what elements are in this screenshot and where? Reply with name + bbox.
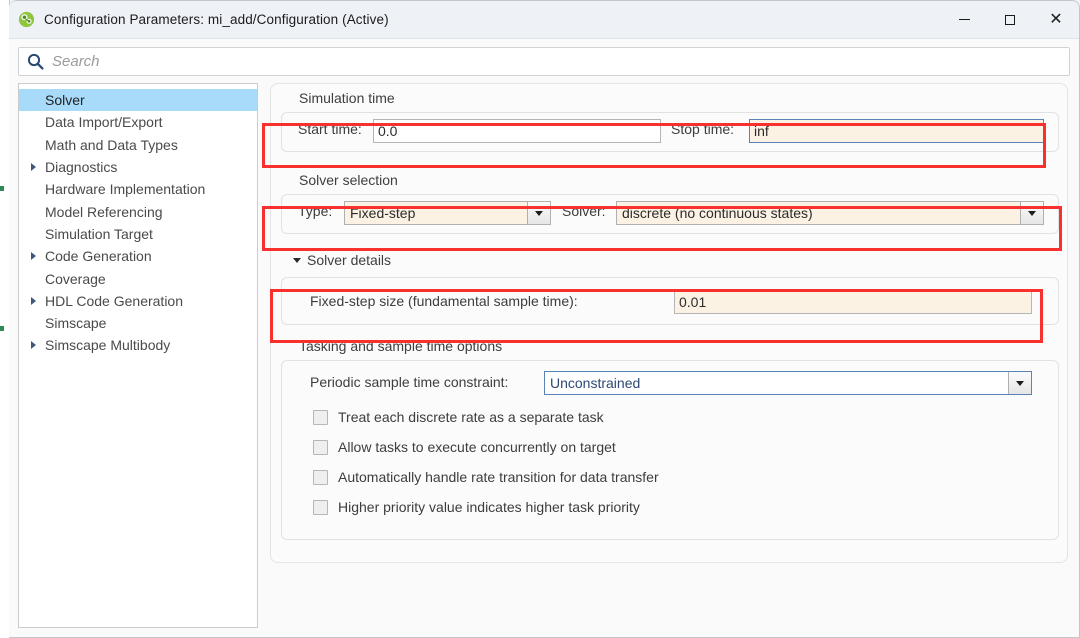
title-bar[interactable]: Configuration Parameters: mi_add/Configu… bbox=[9, 1, 1079, 39]
window-controls: ✕ bbox=[941, 1, 1079, 38]
simulink-icon bbox=[18, 11, 35, 28]
simulation-time-section-label: Simulation time bbox=[299, 90, 395, 106]
window-body: Solver Data Import/Export Math and Data … bbox=[9, 83, 1079, 628]
checkbox-label: Higher priority value indicates higher t… bbox=[338, 499, 640, 515]
sidebar-item-hdl-code-generation[interactable]: HDL Code Generation bbox=[19, 290, 257, 312]
search-bar-container bbox=[9, 39, 1079, 83]
start-time-input[interactable]: 0.0 bbox=[373, 119, 661, 143]
window-title: Configuration Parameters: mi_add/Configu… bbox=[44, 12, 389, 27]
chevron-down-icon[interactable] bbox=[293, 257, 301, 263]
solver-selection-group: Type: Fixed-step Solver: discrete (no co… bbox=[281, 194, 1059, 234]
sidebar-item-label: Math and Data Types bbox=[45, 136, 178, 153]
checkbox-treat-each-discrete-rate[interactable] bbox=[313, 409, 328, 425]
chevron-down-icon[interactable] bbox=[1020, 202, 1043, 224]
checkbox-automatically-handle-rate-transition[interactable] bbox=[313, 469, 328, 485]
checkbox-row-task-priority[interactable]: Higher priority value indicates higher t… bbox=[313, 493, 640, 521]
sidebar-item-hardware-implementation[interactable]: Hardware Implementation bbox=[19, 178, 257, 200]
checkbox-label: Treat each discrete rate as a separate t… bbox=[338, 409, 604, 425]
tasking-group: Periodic sample time constraint: Unconst… bbox=[281, 360, 1059, 540]
checkbox-row-separate-task[interactable]: Treat each discrete rate as a separate t… bbox=[313, 403, 604, 431]
chevron-down-icon[interactable] bbox=[1008, 372, 1031, 394]
fixed-step-size-label: Fixed-step size (fundamental sample time… bbox=[310, 293, 578, 309]
expand-arrow-icon[interactable] bbox=[26, 341, 41, 350]
sidebar-item-label: HDL Code Generation bbox=[45, 292, 184, 309]
solver-type-value: Fixed-step bbox=[350, 205, 416, 221]
fixed-step-size-input[interactable]: 0.01 bbox=[674, 290, 1032, 314]
checkbox-allow-tasks-concurrently[interactable] bbox=[313, 439, 328, 455]
background-accent-mark-top bbox=[0, 186, 4, 191]
sidebar-item-simscape[interactable]: Simscape bbox=[19, 312, 257, 334]
periodic-sample-time-constraint-label: Periodic sample time constraint: bbox=[310, 374, 509, 390]
start-time-label: Start time: bbox=[298, 121, 362, 137]
solver-panel: Simulation time Start time: 0.0 Stop tim… bbox=[270, 83, 1068, 563]
solver-label: Solver: bbox=[562, 203, 606, 219]
checkbox-label: Allow tasks to execute concurrently on t… bbox=[338, 439, 616, 455]
search-input[interactable] bbox=[52, 53, 1061, 70]
maximize-icon[interactable] bbox=[987, 1, 1033, 38]
settings-tree[interactable]: Solver Data Import/Export Math and Data … bbox=[18, 83, 258, 628]
expand-arrow-icon[interactable] bbox=[26, 296, 41, 305]
checkbox-row-rate-transition[interactable]: Automatically handle rate transition for… bbox=[313, 463, 659, 491]
sidebar-item-data-import-export[interactable]: Data Import/Export bbox=[19, 111, 257, 133]
simulation-time-group: Start time: 0.0 Stop time: inf bbox=[281, 112, 1059, 152]
sidebar-item-label: Simscape Multibody bbox=[45, 337, 171, 354]
expand-arrow-icon[interactable] bbox=[26, 163, 41, 172]
sidebar-item-label: Simscape bbox=[45, 315, 107, 332]
checkbox-higher-priority-value[interactable] bbox=[313, 499, 328, 515]
chevron-down-icon[interactable] bbox=[527, 202, 550, 224]
expand-arrow-icon[interactable] bbox=[26, 252, 41, 261]
solver-details-section-label: Solver details bbox=[307, 252, 392, 268]
sidebar-item-simscape-multibody[interactable]: Simscape Multibody bbox=[19, 334, 257, 356]
search-icon bbox=[27, 53, 44, 70]
close-icon[interactable]: ✕ bbox=[1033, 1, 1079, 38]
periodic-sample-time-constraint-dropdown[interactable]: Unconstrained bbox=[544, 371, 1032, 395]
sidebar-item-label: Coverage bbox=[45, 270, 106, 287]
minimize-icon[interactable] bbox=[941, 1, 987, 38]
sidebar-item-solver[interactable]: Solver bbox=[19, 89, 257, 112]
sidebar-item-label: Code Generation bbox=[45, 248, 152, 265]
sidebar-item-math-and-data-types[interactable]: Math and Data Types bbox=[19, 134, 257, 156]
solver-dropdown[interactable]: discrete (no continuous states) bbox=[616, 201, 1044, 225]
type-label: Type: bbox=[298, 203, 333, 219]
solver-details-section-header[interactable]: Solver details bbox=[282, 252, 391, 268]
sidebar-item-label: Hardware Implementation bbox=[45, 181, 206, 198]
checkbox-label: Automatically handle rate transition for… bbox=[338, 469, 659, 485]
solver-type-dropdown[interactable]: Fixed-step bbox=[344, 201, 551, 225]
solver-details-group: Fixed-step size (fundamental sample time… bbox=[281, 277, 1059, 325]
sidebar-item-label: Simulation Target bbox=[45, 225, 153, 242]
solver-value: discrete (no continuous states) bbox=[622, 205, 813, 221]
solver-pane: Simulation time Start time: 0.0 Stop tim… bbox=[258, 83, 1070, 628]
sidebar-item-coverage[interactable]: Coverage bbox=[19, 267, 257, 289]
sidebar-item-diagnostics[interactable]: Diagnostics bbox=[19, 156, 257, 178]
stop-time-input[interactable]: inf bbox=[749, 119, 1044, 143]
tasking-section-label: Tasking and sample time options bbox=[299, 338, 503, 354]
background-accent-mark-bottom bbox=[0, 326, 4, 331]
sidebar-item-label: Model Referencing bbox=[45, 203, 163, 220]
sidebar-item-label: Solver bbox=[45, 92, 85, 109]
sidebar-item-model-referencing[interactable]: Model Referencing bbox=[19, 200, 257, 222]
periodic-sample-time-constraint-value: Unconstrained bbox=[550, 375, 641, 391]
solver-selection-section-label: Solver selection bbox=[299, 172, 398, 188]
sidebar-item-label: Diagnostics bbox=[45, 159, 118, 176]
stop-time-label: Stop time: bbox=[671, 121, 735, 137]
sidebar-item-simulation-target[interactable]: Simulation Target bbox=[19, 223, 257, 245]
configuration-parameters-window: Configuration Parameters: mi_add/Configu… bbox=[9, 0, 1080, 638]
checkbox-row-concurrent-execution[interactable]: Allow tasks to execute concurrently on t… bbox=[313, 433, 616, 461]
sidebar-item-code-generation[interactable]: Code Generation bbox=[19, 245, 257, 267]
sidebar-item-label: Data Import/Export bbox=[45, 114, 163, 131]
search-box[interactable] bbox=[18, 47, 1070, 76]
